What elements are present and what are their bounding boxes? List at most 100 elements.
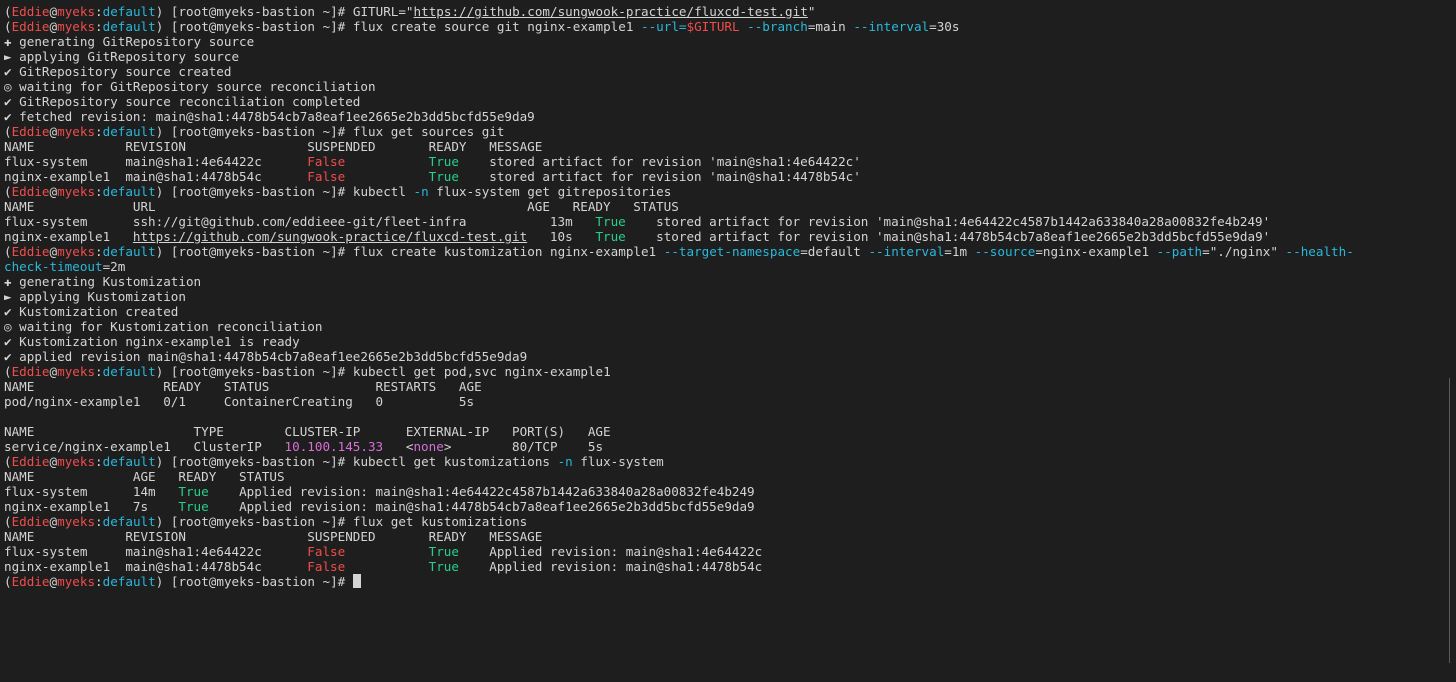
command-line: (Eddie@myeks:default) [root@myeks-bastio… [4,574,1456,589]
output-line: NAME AGE READY STATUS [4,469,1456,484]
output-line: ◎ waiting for Kustomization reconciliati… [4,319,1456,334]
table-cell: nginx-example1 [4,229,133,244]
prompt-paren: ( [4,4,12,19]
prompt-namespace: default [102,4,156,19]
command-flag: --branch [739,19,808,34]
table-cell: flux-system main@sha1:4e64422c [4,544,308,559]
prompt-namespace: default [102,364,156,379]
output-text: ✚ generating Kustomization [4,274,202,289]
prompt-paren: ) [155,244,171,259]
command-line: (Eddie@myeks:default) [root@myeks-bastio… [4,454,1456,469]
command-flag: --target-namespace [663,244,801,259]
output-line: ✔ GitRepository source reconciliation co… [4,94,1456,109]
output-line: ✔ Kustomization nginx-example1 is ready [4,334,1456,349]
command-text: flux create source git nginx-example1 [352,19,641,34]
prompt-at: @ [49,19,58,34]
command-text: =2m [102,259,126,274]
prompt-host: myeks [57,364,96,379]
cluster-ip: 10.100.145.33 [284,439,384,454]
command-text: kubectl get kustomizations [352,454,558,469]
output-text: ✔ applied revision main@sha1:4478b54cb7a… [4,349,528,364]
prompt-user: Eddie [11,4,50,19]
prompt-namespace: default [102,454,156,469]
prompt-host: myeks [57,184,96,199]
prompt-at: @ [49,514,58,529]
table-cell [345,559,428,574]
prompt-colon: : [95,244,103,259]
output-line: flux-system main@sha1:4e64422c False Tru… [4,154,1456,169]
table-cell: flux-system main@sha1:4e64422c [4,154,308,169]
command-text: flux get kustomizations [352,514,528,529]
output-line: ✔ applied revision main@sha1:4478b54cb7a… [4,349,1456,364]
prompt-user: Eddie [11,19,50,34]
prompt-at: @ [49,454,58,469]
scrollbar[interactable] [1449,378,1450,663]
prompt-host: myeks [57,4,96,19]
output-text: pod/nginx-example1 0/1 ContainerCreating… [4,394,475,409]
output-line: flux-system ssh://git@github.com/eddieee… [4,214,1456,229]
table-cell: Applied revision: main@sha1:4e64422c4587… [208,484,755,499]
table-cell: flux-system ssh://git@github.com/eddieee… [4,214,596,229]
prompt-paren: ( [4,574,12,589]
prompt-user: Eddie [11,244,50,259]
command-line: (Eddie@myeks:default) [root@myeks-bastio… [4,514,1456,529]
table-cell: nginx-example1 main@sha1:4478b54c [4,169,308,184]
table-cell: > 80/TCP 5s [443,439,604,454]
command-text: =1m [944,244,975,259]
command-text: GITURL=" [352,4,414,19]
output-line: service/nginx-example1 ClusterIP 10.100.… [4,439,1456,454]
suspended-value: False [307,169,346,184]
table-cell: nginx-example1 7s [4,499,179,514]
prompt-host: myeks [57,19,96,34]
url-link: https://github.com/sungwook-practice/flu… [413,4,808,19]
table-cell: flux-system 14m [4,484,179,499]
prompt-paren: ) [155,514,171,529]
command-line: (Eddie@myeks:default) [root@myeks-bastio… [4,124,1456,139]
command-text: " [807,4,816,19]
table-cell: Applied revision: main@sha1:4478b54c [458,559,763,574]
terminal-window[interactable]: (Eddie@myeks:default) [root@myeks-bastio… [0,0,1456,682]
command-text: ="./nginx" [1202,244,1286,259]
prompt-at: @ [49,364,58,379]
prompt-path: [root@myeks-bastion ~]# [170,124,353,139]
command-flag: -n [413,184,429,199]
table-cell [345,544,428,559]
output-text: ✚ generating GitRepository source [4,34,255,49]
prompt-paren: ) [155,454,171,469]
prompt-paren: ( [4,124,12,139]
table-cell [345,154,428,169]
table-cell: stored artifact for revision 'main@sha1:… [625,229,1271,244]
prompt-path: [root@myeks-bastion ~]# [170,4,353,19]
output-line: NAME REVISION SUSPENDED READY MESSAGE [4,139,1456,154]
output-text: ► applying GitRepository source [4,49,240,64]
prompt-user: Eddie [11,364,50,379]
command-flag: check-timeout [4,259,103,274]
prompt-paren: ) [155,364,171,379]
command-line: (Eddie@myeks:default) [root@myeks-bastio… [4,4,1456,19]
prompt-paren: ( [4,19,12,34]
prompt-at: @ [49,4,58,19]
output-text: ◎ waiting for GitRepository source recon… [4,79,376,94]
output-text: ✔ GitRepository source reconciliation co… [4,94,361,109]
prompt-path: [root@myeks-bastion ~]# [170,184,353,199]
prompt-host: myeks [57,124,96,139]
cursor[interactable] [352,574,361,588]
command-text: =default [800,244,869,259]
prompt-colon: : [95,124,103,139]
prompt-colon: : [95,514,103,529]
table-cell: service/nginx-example1 ClusterIP [4,439,285,454]
command-line: (Eddie@myeks:default) [root@myeks-bastio… [4,364,1456,379]
output-line: ✚ generating Kustomization [4,274,1456,289]
prompt-paren: ( [4,364,12,379]
prompt-paren: ) [155,4,171,19]
output-line: nginx-example1 https://github.com/sungwo… [4,229,1456,244]
url-link: https://github.com/sungwook-practice/flu… [132,229,528,244]
output-line: ✚ generating GitRepository source [4,34,1456,49]
command-text: =main [807,19,854,34]
output-text: ✔ Kustomization created [4,304,179,319]
table-cell: 10s [527,229,596,244]
command-line: (Eddie@myeks:default) [root@myeks-bastio… [4,19,1456,34]
prompt-colon: : [95,4,103,19]
prompt-host: myeks [57,574,96,589]
